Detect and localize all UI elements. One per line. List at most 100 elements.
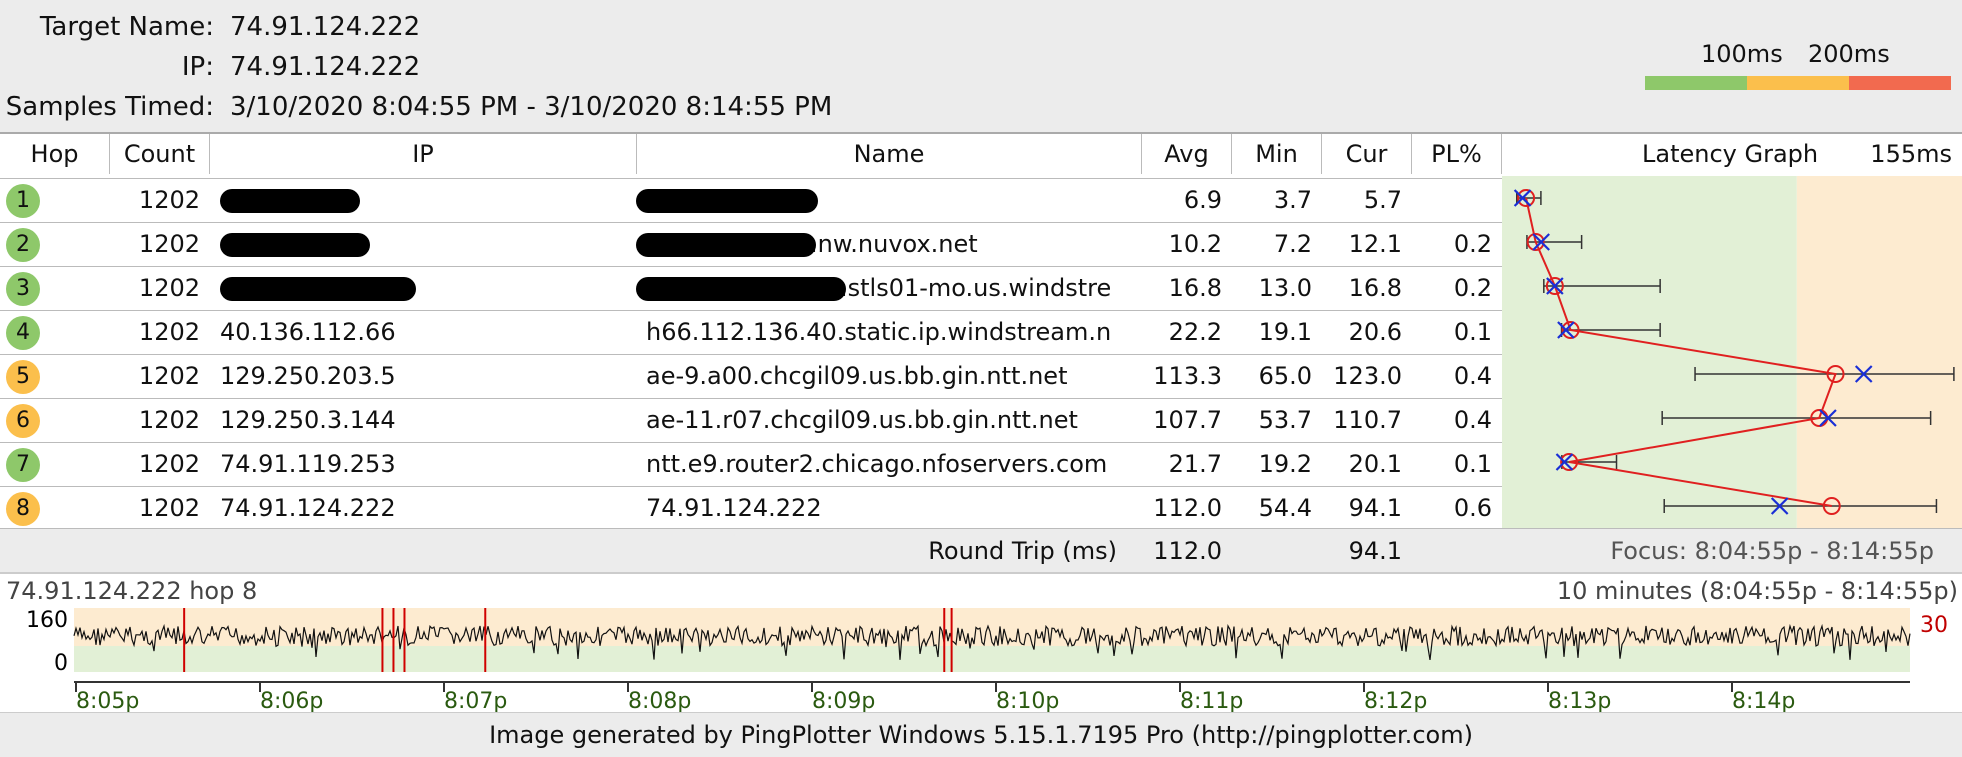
hop-name: ae-9.a00.chcgil09.us.bb.gin.ntt.net xyxy=(646,362,1068,390)
hop-pl: 0.6 xyxy=(1453,494,1492,522)
column-header-avg[interactable]: Avg xyxy=(1142,134,1232,174)
hop-number-badge: 4 xyxy=(6,316,40,350)
hop-cur: 12.1 xyxy=(1348,230,1402,258)
samples-row: Samples Timed: 3/10/2020 8:04:55 PM - 3/… xyxy=(0,92,900,128)
hop-name: .nw.nuvox.net xyxy=(810,230,978,258)
hop-cur: 94.1 xyxy=(1348,494,1402,522)
latency-graph xyxy=(1502,176,1962,528)
scale-label-100: 100ms xyxy=(1701,40,1783,68)
hop-number-badge: 7 xyxy=(6,448,40,482)
hop-name: ntt.e9.router2.chicago.nfoservers.com xyxy=(646,450,1108,478)
hop-cur: 110.7 xyxy=(1333,406,1402,434)
redaction-mark xyxy=(220,277,416,301)
samples-label: Samples Timed: xyxy=(5,92,214,122)
hop-row[interactable]: 5 1202 129.250.203.5 ae-9.a00.chcgil09.us.b… xyxy=(0,354,1506,398)
column-header-graph[interactable]: Latency Graph 155ms xyxy=(1502,134,1962,174)
column-header-pl[interactable]: PL% xyxy=(1412,134,1502,174)
hop-pl: 0.1 xyxy=(1453,450,1492,478)
scale-bar-warn xyxy=(1747,76,1849,90)
hop-avg: 21.7 xyxy=(1168,450,1222,478)
hop-number-badge: 1 xyxy=(6,184,40,218)
focus-range: Focus: 8:04:55p - 8:14:55p xyxy=(1610,537,1934,565)
hop-row[interactable]: 2 1202 .nw.nuvox.net 10.2 7.2 12.1 0.2 xyxy=(0,222,1506,266)
hop-row[interactable]: 1 1202 6.9 3.7 5.7 xyxy=(0,178,1502,222)
timeline-tick-label: 8:11p xyxy=(1180,689,1243,714)
ip-label: IP: xyxy=(181,52,214,82)
round-trip-avg: 112.0 xyxy=(1153,537,1222,565)
scale-bar-bad xyxy=(1849,76,1951,90)
round-trip-cur: 94.1 xyxy=(1348,537,1402,565)
timeline-chart[interactable]: 160 0 30 8:05p 8:06p 8:07p 8:08p 8:09p 8:10p 8… xyxy=(0,574,1962,714)
timeline-tick-label: 8:07p xyxy=(444,689,507,714)
redaction-mark xyxy=(220,233,370,257)
hop-avg: 107.7 xyxy=(1153,406,1222,434)
timeline-panel[interactable]: 74.91.124.222 hop 8 10 minutes (8:04:55p… xyxy=(0,572,1962,714)
ip-row: IP: 74.91.124.222 xyxy=(0,52,900,88)
hop-pl: 0.1 xyxy=(1453,318,1492,346)
target-name-value: 74.91.124.222 xyxy=(230,12,421,42)
hop-count: 1202 xyxy=(138,494,200,522)
hop-number-badge: 5 xyxy=(6,360,40,394)
timeline-y-bottom: 0 xyxy=(54,651,68,676)
hop-avg: 16.8 xyxy=(1168,274,1222,302)
timeline-tick-label: 8:14p xyxy=(1732,689,1795,714)
hop-row[interactable]: 6 1202 129.250.3.144 ae-11.r07.chcgil09.us.… xyxy=(0,398,1506,442)
ip-value: 74.91.124.222 xyxy=(230,52,421,82)
hop-pl xyxy=(1412,179,1492,222)
column-header-min[interactable]: Min xyxy=(1232,134,1322,174)
hop-cur: 123.0 xyxy=(1333,362,1402,390)
hop-count: 1202 xyxy=(138,406,200,434)
hop-min: 7.2 xyxy=(1273,230,1312,258)
footer-credit: Image generated by PingPlotter Windows 5… xyxy=(0,712,1962,757)
redaction-mark xyxy=(636,233,816,257)
hop-count: 1202 xyxy=(138,230,200,258)
round-trip-label: Round Trip (ms) xyxy=(928,537,1117,565)
timeline-y-top: 160 xyxy=(26,608,68,633)
scale-bar-good xyxy=(1645,76,1747,90)
hop-cur: 16.8 xyxy=(1348,274,1402,302)
hop-count: 1202 xyxy=(138,450,200,478)
graph-max-label: 155ms xyxy=(1870,140,1952,168)
hop-ip: 74.91.119.253 xyxy=(220,450,396,478)
hop-min: 19.2 xyxy=(1258,450,1312,478)
timeline-tick-label: 8:13p xyxy=(1548,689,1611,714)
hop-row[interactable]: 8 1202 74.91.124.222 74.91.124.222 112.0 54.4… xyxy=(0,486,1506,530)
graph-title: Latency Graph xyxy=(1642,140,1819,168)
hop-cur: 20.1 xyxy=(1348,450,1402,478)
hop-cur: 20.6 xyxy=(1348,318,1402,346)
hop-count: 1202 xyxy=(138,274,200,302)
timeline-zone-good xyxy=(74,646,1910,672)
hop-pl: 0.2 xyxy=(1453,274,1492,302)
hop-name: ae-11.r07.chcgil09.us.bb.gin.ntt.net xyxy=(646,406,1078,434)
redaction-mark xyxy=(220,189,360,213)
timeline-tick-label: 8:06p xyxy=(260,689,323,714)
column-header-count[interactable]: Count xyxy=(110,134,210,174)
hop-row[interactable]: 4 1202 40.136.112.66 h66.112.136.40.static.… xyxy=(0,310,1506,354)
hop-number-badge: 8 xyxy=(6,492,40,526)
trace-header: Target Name: 74.91.124.222 IP: 74.91.124… xyxy=(0,0,1962,132)
hop-row[interactable]: 7 1202 74.91.119.253 ntt.e9.router2.chicago… xyxy=(0,442,1506,486)
hop-name: 74.91.124.222 xyxy=(646,494,822,522)
hop-avg: 6.9 xyxy=(1183,186,1222,214)
hop-avg: 112.0 xyxy=(1153,494,1222,522)
timeline-tick-label: 8:09p xyxy=(812,689,875,714)
hop-row[interactable]: 3 1202 .stls01-mo.us.windstre 16.8 13.0 16.8 0… xyxy=(0,266,1506,310)
column-header-ip[interactable]: IP xyxy=(210,134,637,174)
hop-avg: 10.2 xyxy=(1168,230,1222,258)
column-header-name[interactable]: Name xyxy=(637,134,1142,174)
hop-cur: 5.7 xyxy=(1363,186,1402,214)
scale-label-200: 200ms xyxy=(1808,40,1890,68)
hop-pl: 0.4 xyxy=(1453,406,1492,434)
hop-min: 3.7 xyxy=(1273,186,1312,214)
latency-scale: 100ms 200ms xyxy=(1645,36,1951,92)
timeline-tick-label: 8:08p xyxy=(628,689,691,714)
target-name-row: Target Name: 74.91.124.222 xyxy=(0,12,900,48)
hop-ip: 129.250.203.5 xyxy=(220,362,396,390)
hop-name xyxy=(812,179,1142,222)
column-header-cur[interactable]: Cur xyxy=(1322,134,1412,174)
hop-number-badge: 3 xyxy=(6,272,40,306)
column-header-hop[interactable]: Hop xyxy=(0,134,110,174)
hop-avg: 113.3 xyxy=(1153,362,1222,390)
round-trip-row: Round Trip (ms) 112.0 94.1 Focus: 8:04:5… xyxy=(0,528,1962,573)
timeline-right-value: 30 xyxy=(1920,613,1948,638)
